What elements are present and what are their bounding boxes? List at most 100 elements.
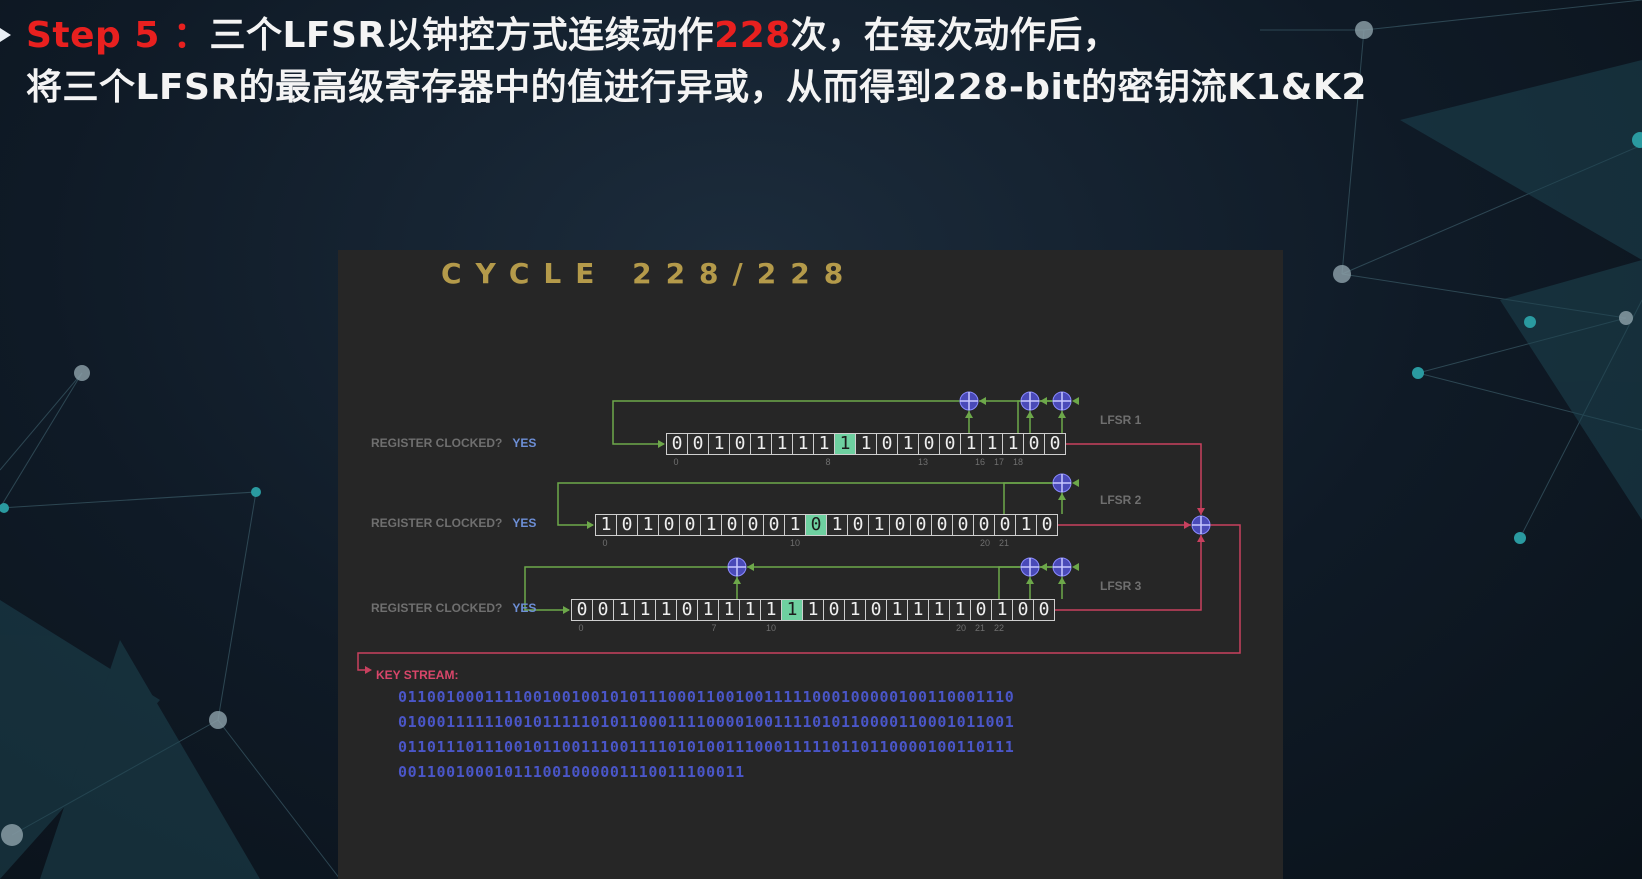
lfsr-register-3: 00111011111101011110100 xyxy=(571,599,1055,621)
lfsr-name-2: LFSR 2 xyxy=(1100,493,1142,507)
register-tick-label: 10 xyxy=(789,538,800,548)
heading-line-1: Step 5 ：三个LFSR以钟控方式连续动作228次，在每次动作后， xyxy=(26,10,1626,62)
output-arrow xyxy=(1184,521,1191,529)
register-bit: 0 xyxy=(876,433,898,455)
feedback-xor-node xyxy=(1020,557,1040,577)
slide-heading: Step 5 ：三个LFSR以钟控方式连续动作228次，在每次动作后， 将三个L… xyxy=(26,10,1626,114)
register-bit: 0 xyxy=(1033,599,1055,621)
register-bit: 1 xyxy=(760,599,782,621)
register-bit: 1 xyxy=(1002,433,1024,455)
tap-arrow xyxy=(1058,411,1066,418)
keystream-line-3: 0110111011100101100111001111010100111000… xyxy=(398,738,1015,756)
register-tick-label: 0 xyxy=(602,538,608,548)
feedback-xor-node xyxy=(727,557,747,577)
register-bit: 0 xyxy=(676,599,698,621)
feedback-arrow xyxy=(1072,563,1079,571)
register-bit: 0 xyxy=(973,514,995,536)
register-bit: 0 xyxy=(847,514,869,536)
register-bit: 0 xyxy=(1023,433,1045,455)
register-bit: 1 xyxy=(697,599,719,621)
register-bit: 0 xyxy=(729,433,751,455)
register-tick-label: 0 xyxy=(578,623,584,633)
output-xor-combiner xyxy=(1191,515,1211,535)
register-bit: 0 xyxy=(865,599,887,621)
keystream-arrow xyxy=(365,666,372,674)
register-bit: 0 xyxy=(918,433,940,455)
keystream-line-1: 0110010001111001001001010111000110010011… xyxy=(398,688,1015,706)
tap-arrow xyxy=(733,577,741,584)
register-bit: 0 xyxy=(571,599,593,621)
register-bit: 0 xyxy=(742,514,764,536)
register-bit: 0 xyxy=(1012,599,1034,621)
register-bit: 1 xyxy=(784,514,806,536)
register-clocked-question: REGISTER CLOCKED? xyxy=(371,436,503,450)
register-bit: 0 xyxy=(994,514,1016,536)
register-clocked-label-2: REGISTER CLOCKED? YES xyxy=(371,516,536,530)
register-bit: 0 xyxy=(1036,514,1058,536)
feedback-arrow xyxy=(1040,563,1047,571)
register-bit: 1 xyxy=(960,433,982,455)
register-bit: 1 xyxy=(834,433,856,455)
heading-line-2: 将三个LFSR的最高级寄存器中的值进行异或，从而得到228-bit的密钥流K1&… xyxy=(26,67,1367,108)
cycle-count-highlight: 228 xyxy=(714,15,791,56)
register-bit: 1 xyxy=(886,599,908,621)
register-tick-label: 20 xyxy=(955,623,966,633)
feedback-arrow xyxy=(1072,479,1079,487)
feedback-xor-node xyxy=(1052,557,1072,577)
register-bit: 1 xyxy=(868,514,890,536)
register-bit: 0 xyxy=(592,599,614,621)
feedback-xor-node xyxy=(1052,473,1072,493)
register-tick-label: 17 xyxy=(993,457,1004,467)
register-bit: 1 xyxy=(949,599,971,621)
register-bit: 1 xyxy=(928,599,950,621)
register-bit: 1 xyxy=(750,433,772,455)
tap-arrow xyxy=(965,411,973,418)
step-colon: ： xyxy=(159,15,210,56)
register-bit: 0 xyxy=(721,514,743,536)
feedback-xor-node xyxy=(959,391,979,411)
register-bit: 0 xyxy=(687,433,709,455)
lfsr-diagram-panel: CYCLE 228/228 REGISTER CLOCKED? YES 0 0 1 0 1 1… xyxy=(338,250,1283,879)
register-bit: 0 xyxy=(763,514,785,536)
register-clocked-value: YES xyxy=(512,516,537,530)
register-bit: 0 xyxy=(823,599,845,621)
keystream-label: KEY STREAM: xyxy=(376,668,459,682)
register-bit: 0 xyxy=(889,514,911,536)
register-bit: 0 xyxy=(931,514,953,536)
register-bit: 1 xyxy=(781,599,803,621)
lfsr-register-2: 1010010001010100000010 xyxy=(595,514,1058,536)
register-bit: 1 xyxy=(844,599,866,621)
register-clocked-value: YES xyxy=(512,436,537,450)
output-arrow xyxy=(1197,508,1205,515)
register-bit: 1 xyxy=(897,433,919,455)
register-bit: 0 xyxy=(939,433,961,455)
register-bit: 1 xyxy=(826,514,848,536)
keystream-line-4: 001100100010111001000001110011100011 xyxy=(398,763,745,781)
step-label: Step 5 xyxy=(26,15,160,56)
output-arrow xyxy=(1197,535,1205,542)
tap-arrow xyxy=(1026,577,1034,584)
register-bit: 1 xyxy=(613,599,635,621)
register-tick-label: 16 xyxy=(974,457,985,467)
tap-arrow xyxy=(1058,577,1066,584)
register-bit: 1 xyxy=(637,514,659,536)
register-bit: 1 xyxy=(771,433,793,455)
register-bit: 0 xyxy=(666,433,688,455)
register-bit: 1 xyxy=(792,433,814,455)
feedback-input-arrow xyxy=(658,440,665,448)
register-bit: 1 xyxy=(981,433,1003,455)
tap-arrow xyxy=(1026,411,1034,418)
register-tick-label: 0 xyxy=(673,457,679,467)
register-tick-label: 13 xyxy=(917,457,928,467)
heading-line-1-text-a: 三个LFSR以钟控方式连续动作 xyxy=(209,15,715,56)
register-bit: 1 xyxy=(655,599,677,621)
feedback-input-arrow xyxy=(563,606,570,614)
register-clocked-value: YES xyxy=(512,601,537,615)
register-bit: 1 xyxy=(991,599,1013,621)
register-bit: 1 xyxy=(1015,514,1037,536)
feedback-arrow xyxy=(1072,397,1079,405)
register-tick-label: 21 xyxy=(998,538,1009,548)
keystream-line-2: 0100011111100101111101011000111100001001… xyxy=(398,713,1015,731)
register-tick-label: 20 xyxy=(979,538,990,548)
register-tick-label: 7 xyxy=(711,623,717,633)
